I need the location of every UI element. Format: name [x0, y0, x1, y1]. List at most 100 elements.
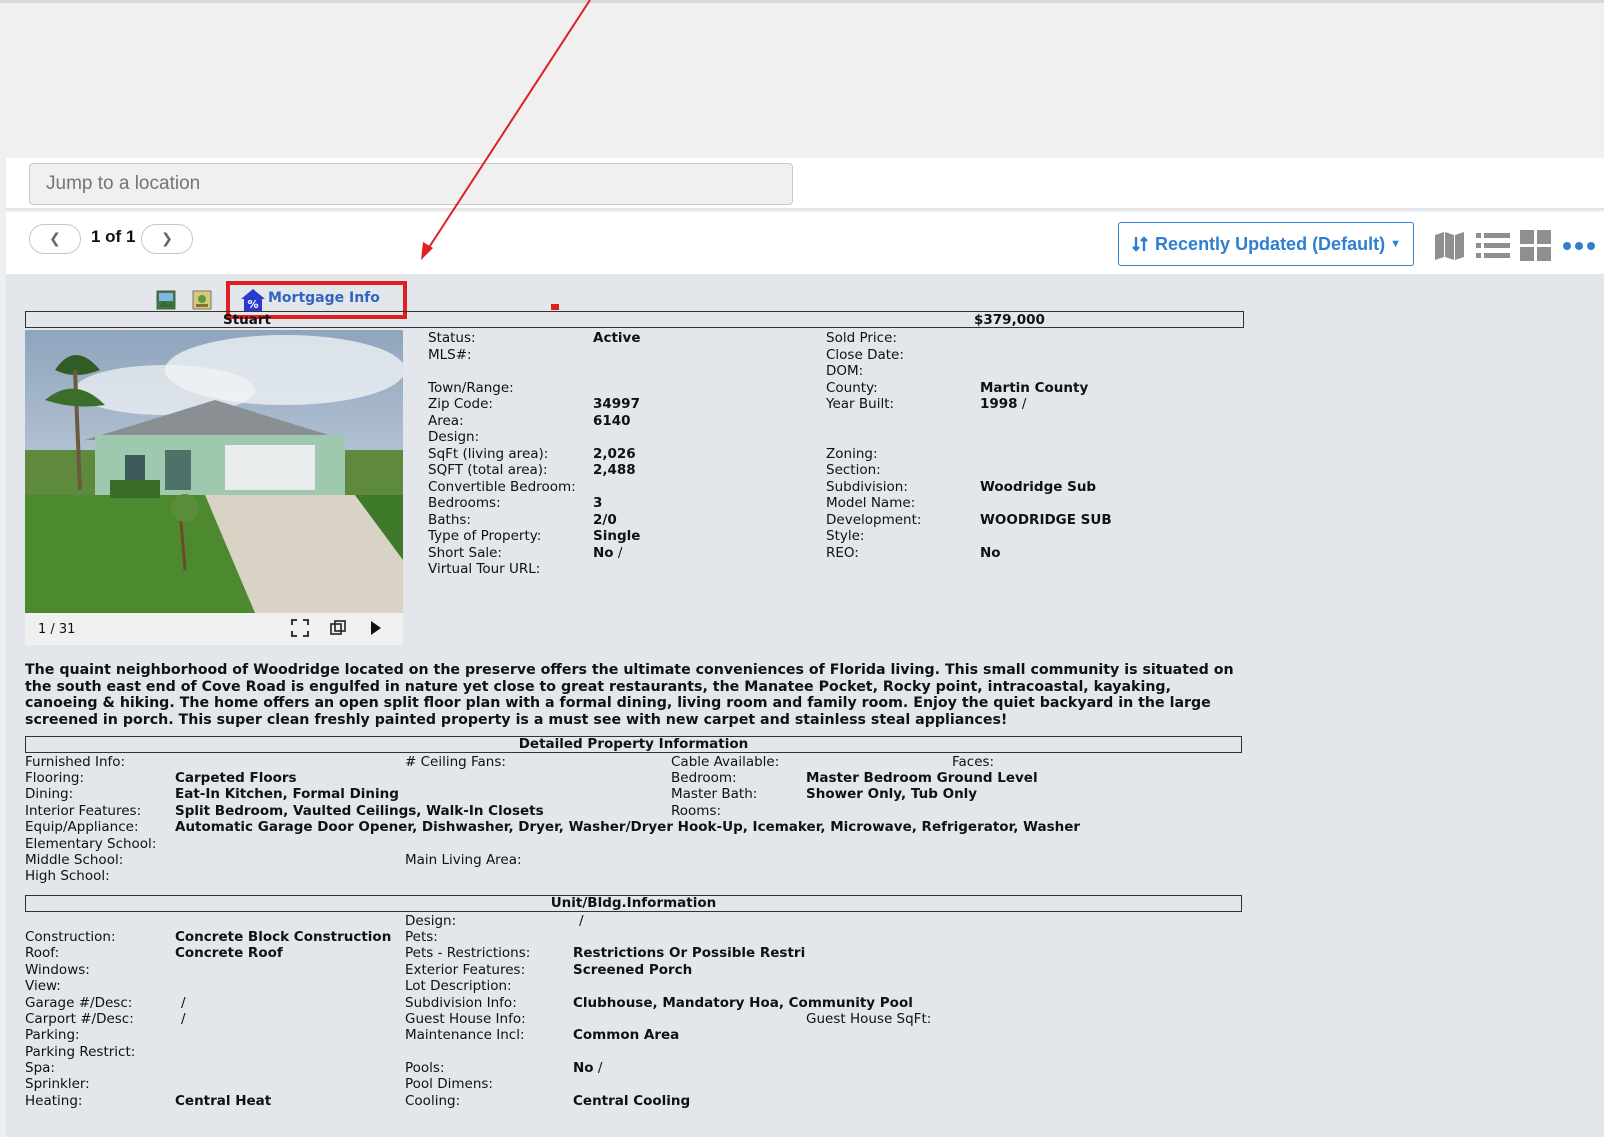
middle-school-label: Middle School: [25, 852, 124, 868]
pools-label: Pools: [405, 1060, 445, 1076]
listing-field-value-text: 2,488 [593, 462, 636, 478]
next-page-button[interactable]: ❯ [141, 224, 193, 254]
photo-icon[interactable] [156, 290, 176, 310]
listing-field-value: No [980, 545, 1001, 561]
listing-field-value: Single [593, 528, 640, 544]
listing-field-value: 6140 [593, 413, 631, 429]
flooring-value: Carpeted Floors [175, 770, 297, 786]
detailed-info-section: Furnished Info: # Ceiling Fans: Cable Av… [25, 754, 1245, 884]
flooring-label: Flooring: [25, 770, 85, 786]
listing-field-value: Active [593, 330, 641, 346]
fullscreen-icon[interactable] [291, 619, 309, 637]
pets-label: Pets: [405, 929, 438, 945]
dining-label: Dining: [25, 786, 74, 802]
grid-view-icon[interactable] [1520, 230, 1552, 262]
listing-field-label: SQFT (total area): [428, 462, 548, 478]
sort-dropdown[interactable]: Recently Updated (Default) ▼ [1118, 222, 1414, 266]
high-school-label: High School: [25, 868, 110, 884]
search-input[interactable] [29, 163, 793, 205]
listing-field-value-text: Woodridge Sub [980, 478, 1097, 495]
unit-design-value: / [579, 913, 584, 929]
listing-field-label: Close Date: [826, 346, 904, 363]
chevron-left-icon: ❮ [49, 231, 61, 247]
results-toolbar: ❮ 1 of 1 ❯ Recently Updated (Default) ▼ [6, 212, 1604, 274]
unit-info-section: Design: / Construction: Concrete Block C… [25, 913, 1245, 1113]
gallery-icon[interactable] [192, 290, 212, 310]
subdivision-info-value: Clubhouse, Mandatory Hoa, Community Pool [573, 995, 913, 1011]
listing-field-label: County: [826, 379, 878, 396]
garage-label: Garage #/Desc: [25, 995, 133, 1011]
listing-description: The quaint neighborhood of Woodridge loc… [25, 662, 1234, 728]
sort-label: Recently Updated (Default) [1155, 233, 1386, 254]
guest-house-sqft-label: Guest House SqFt: [806, 1011, 932, 1027]
prev-page-button[interactable]: ❮ [29, 224, 81, 254]
heating-label: Heating: [25, 1093, 83, 1109]
listing-photo[interactable] [25, 330, 403, 613]
parking-label: Parking: [25, 1027, 80, 1043]
top-blank-area [0, 0, 1604, 158]
listing-field-value-suffix: / [1017, 396, 1027, 412]
roof-label: Roof: [25, 945, 60, 961]
more-options-icon[interactable] [1562, 241, 1596, 251]
listing-field-value-text: No [593, 544, 614, 561]
interior-features-label: Interior Features: [25, 803, 142, 819]
bedroom-value: Master Bedroom Ground Level [806, 770, 1038, 786]
listing-field-value: WOODRIDGE SUB [980, 512, 1112, 528]
spa-label: Spa: [25, 1060, 55, 1076]
windows-label: Windows: [25, 962, 90, 978]
equip-appliance-label: Equip/Appliance: [25, 819, 139, 835]
heating-value: Central Heat [175, 1093, 272, 1109]
listing-header-row [25, 311, 1244, 328]
caret-down-icon: ▼ [1390, 238, 1401, 250]
city-label: Stuart [223, 312, 272, 328]
listing-field-label: Style: [826, 528, 865, 544]
listing-field-label: Sold Price: [826, 330, 897, 346]
pets-restrictions-label: Pets - Restrictions: [405, 945, 531, 961]
price-label: $379,000 [974, 312, 1045, 328]
listing-field-label: MLS#: [428, 346, 472, 363]
carport-value: / [181, 1011, 186, 1027]
listing-field-label: Baths: [428, 511, 471, 528]
listing-field-label: SqFt (living area): [428, 445, 549, 462]
listing-field-value-text: 6140 [593, 412, 631, 429]
listing-field-label: Design: [428, 429, 480, 445]
unit-design-label: Design: [405, 913, 457, 929]
listing-field-label: Area: [428, 412, 464, 429]
annotation-mark [551, 304, 559, 310]
play-icon[interactable] [369, 620, 383, 636]
ceiling-fans-label: # Ceiling Fans: [405, 754, 506, 770]
cable-label: Cable Available: [671, 754, 780, 770]
listing-field-label: Type of Property: [428, 528, 542, 544]
pools-value: No [573, 1060, 594, 1076]
listing-field-label: Subdivision: [826, 478, 908, 495]
maintenance-label: Maintenance Incl: [405, 1027, 525, 1043]
listing-field-value-text: Martin County [980, 379, 1089, 396]
list-view-icon[interactable] [1476, 232, 1510, 260]
listing-field-label: Section: [826, 462, 881, 478]
listing-field-label: Development: [826, 511, 922, 528]
listing-field-value: 2,026 [593, 446, 636, 462]
listing-field-label: Short Sale: [428, 544, 502, 561]
master-bath-label: Master Bath: [671, 786, 758, 802]
unit-info-header: Unit/Bldg.Information [25, 895, 1242, 912]
listing-field-value-text: Active [593, 330, 641, 346]
listing-field-label: DOM: [826, 363, 864, 379]
listing-field-label: Status: [428, 330, 476, 346]
exterior-features-label: Exterior Features: [405, 962, 526, 978]
faces-label: Faces: [952, 754, 995, 770]
popout-icon[interactable] [329, 619, 347, 637]
sprinkler-label: Sprinkler: [25, 1076, 90, 1092]
map-view-icon[interactable] [1434, 230, 1466, 262]
roof-value: Concrete Roof [175, 945, 283, 961]
parking-restrict-label: Parking Restrict: [25, 1044, 136, 1060]
cooling-label: Cooling: [405, 1093, 461, 1109]
equip-appliance-value: Automatic Garage Door Opener, Dishwasher… [175, 819, 1081, 835]
listing-field-value: 1998 / [980, 396, 1026, 412]
listing-field-value: 2/0 [593, 512, 617, 528]
lot-description-label: Lot Description: [405, 978, 512, 994]
exterior-features-value: Screened Porch [573, 962, 693, 978]
pool-dimensions-label: Pool Dimens: [405, 1076, 493, 1092]
dining-value: Eat-In Kitchen, Formal Dining [175, 786, 399, 802]
listing-field-label: Year Built: [826, 396, 895, 412]
listing-field-value: Martin County [980, 380, 1088, 396]
